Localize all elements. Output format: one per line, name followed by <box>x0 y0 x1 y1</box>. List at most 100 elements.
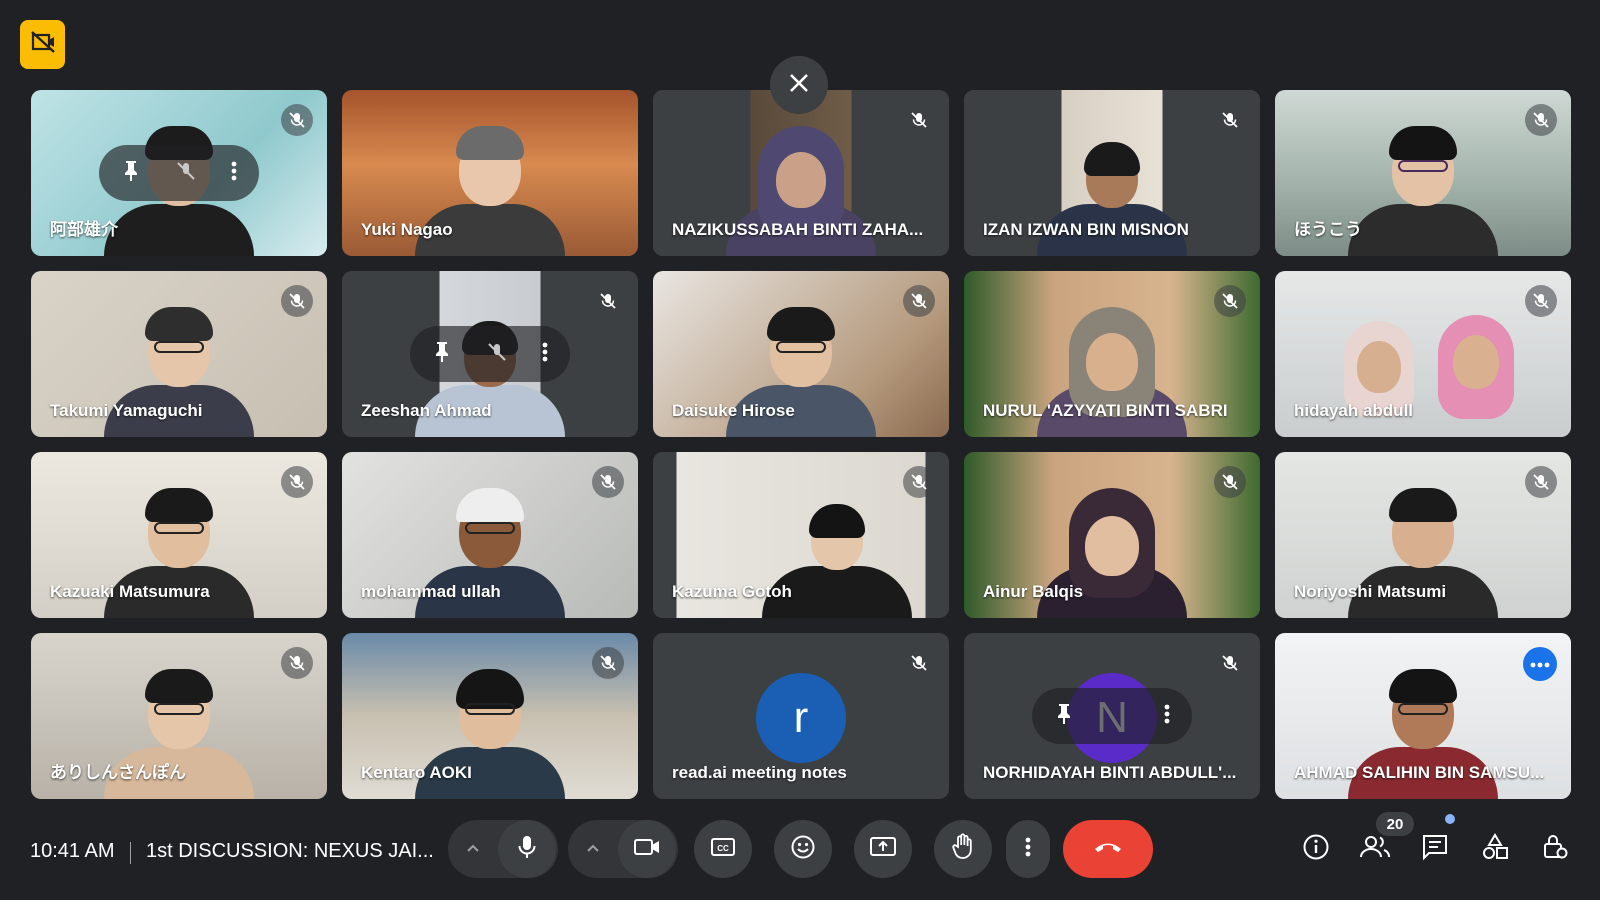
mic-off-icon <box>1214 285 1246 317</box>
participant-tile[interactable]: ほうこう <box>1275 90 1571 256</box>
participant-tile[interactable]: hidayah abdull <box>1275 271 1571 437</box>
camera-button[interactable] <box>618 820 676 878</box>
mic-off-icon <box>281 285 313 317</box>
audio-options-button[interactable] <box>456 832 490 866</box>
people-button[interactable] <box>1354 828 1396 870</box>
more-vert-icon[interactable] <box>1164 703 1170 730</box>
chat-icon <box>1421 833 1449 866</box>
mic-off-icon <box>1214 647 1246 679</box>
mic-off-icon <box>1525 104 1557 136</box>
control-bar: 10:41 AM 1st DISCUSSION: NEXUS JAI... CC… <box>0 812 1600 900</box>
mic-off-icon <box>903 285 935 317</box>
participant-tile[interactable]: NURUL 'AZYYATI BINTI SABRI <box>964 271 1260 437</box>
participant-tile[interactable]: ありしんさんぽん <box>31 633 327 799</box>
mic-off-icon <box>1525 285 1557 317</box>
participant-name: Takumi Yamaguchi <box>50 401 203 420</box>
present-screen-icon <box>869 835 897 864</box>
closed-caption-icon: CC <box>710 837 736 862</box>
participant-name: Daisuke Hirose <box>672 401 795 420</box>
raise-hand-icon <box>951 833 975 866</box>
participant-name: Kazuaki Matsumura <box>50 582 210 601</box>
participant-tile[interactable]: Kazuma Gotoh <box>653 452 949 618</box>
mic-off-icon <box>1214 466 1246 498</box>
call-end-icon <box>1092 840 1124 859</box>
avatar: r <box>756 673 846 763</box>
tile-hover-controls <box>1032 688 1192 744</box>
recording-off-indicator[interactable] <box>20 20 65 69</box>
participant-video <box>1421 307 1531 437</box>
mic-off-icon <box>281 104 313 136</box>
present-button[interactable] <box>854 820 912 878</box>
microphone-button[interactable] <box>498 820 556 878</box>
info-icon <box>1302 833 1330 866</box>
meeting-time: 10:41 AM <box>30 840 115 862</box>
chevron-up-icon <box>586 840 600 858</box>
participant-name: Yuki Nagao <box>361 220 453 239</box>
videocam-icon <box>633 837 661 862</box>
mic-off-icon[interactable] <box>486 341 508 368</box>
activities-icon <box>1481 832 1509 866</box>
pin-icon[interactable] <box>432 340 452 369</box>
mic-off-icon <box>903 647 935 679</box>
tile-hover-controls <box>410 326 570 382</box>
participant-name: ほうこう <box>1294 220 1362 239</box>
divider <box>130 842 131 864</box>
participant-tile[interactable]: NAZIKUSSABAH BINTI ZAHA... <box>653 90 949 256</box>
participant-tile[interactable]: Noriyoshi Matsumi <box>1275 452 1571 618</box>
participant-tile-self[interactable]: AHMAD SALIHIN BIN SAMSU... <box>1275 633 1571 799</box>
participant-tile[interactable]: Daisuke Hirose <box>653 271 949 437</box>
mic-off-icon[interactable] <box>175 160 197 187</box>
participant-tile[interactable]: 阿部雄介 <box>31 90 327 256</box>
participant-name: NAZIKUSSABAH BINTI ZAHA... <box>672 220 924 239</box>
more-vert-icon[interactable] <box>231 160 237 187</box>
video-options-button[interactable] <box>576 832 610 866</box>
participant-tile[interactable]: Ainur Balqis <box>964 452 1260 618</box>
mic-off-icon <box>592 466 624 498</box>
more-options-button[interactable] <box>1523 647 1557 681</box>
participant-name: ありしんさんぽん <box>50 763 186 782</box>
svg-text:CC: CC <box>717 844 729 853</box>
host-controls-button[interactable] <box>1534 828 1576 870</box>
mic-off-icon <box>281 647 313 679</box>
participant-tile[interactable]: Kentaro AOKI <box>342 633 638 799</box>
mic-off-icon <box>903 104 935 136</box>
end-call-button[interactable] <box>1063 820 1153 878</box>
captions-button[interactable]: CC <box>694 820 752 878</box>
mic-off-icon <box>281 466 313 498</box>
meeting-details-button[interactable] <box>1295 828 1337 870</box>
participant-tile[interactable]: Takumi Yamaguchi <box>31 271 327 437</box>
participant-name: hidayah abdull <box>1294 401 1414 420</box>
participant-tile[interactable]: IZAN IZWAN BIN MISNON <box>964 90 1260 256</box>
recording-off-icon <box>30 30 56 59</box>
participant-tile[interactable]: Zeeshan Ahmad <box>342 271 638 437</box>
participant-name: Zeeshan Ahmad <box>361 401 492 420</box>
activities-button[interactable] <box>1474 828 1516 870</box>
participant-name: NORHIDAYAH BINTI ABDULL'... <box>983 763 1237 782</box>
mic-off-icon <box>592 285 624 317</box>
participant-name: AHMAD SALIHIN BIN SAMSU... <box>1294 763 1545 782</box>
host-controls-icon <box>1541 833 1569 866</box>
more-vert-icon[interactable] <box>542 341 548 368</box>
mic-off-icon <box>1214 104 1246 136</box>
participant-tile[interactable]: mohammad ullah <box>342 452 638 618</box>
participant-tile[interactable]: Kazuaki Matsumura <box>31 452 327 618</box>
participant-video <box>1348 126 1498 256</box>
participant-name: 阿部雄介 <box>50 220 118 239</box>
participant-grid: 阿部雄介 Yuki Nagao NAZIKUSSABAH BINTI ZAHA.… <box>31 90 1571 800</box>
participant-tile[interactable]: r read.ai meeting notes <box>653 633 949 799</box>
meeting-title[interactable]: 1st DISCUSSION: NEXUS JAI... <box>146 840 434 863</box>
participant-name: Noriyoshi Matsumi <box>1294 582 1447 601</box>
pin-icon[interactable] <box>1054 702 1074 731</box>
close-button[interactable] <box>770 56 828 114</box>
emoji-icon <box>790 834 816 865</box>
people-icon <box>1359 834 1391 865</box>
pin-icon[interactable] <box>121 159 141 188</box>
more-options-button[interactable] <box>1006 820 1050 878</box>
mic-off-icon <box>1525 466 1557 498</box>
unread-indicator <box>1445 814 1455 824</box>
participant-tile[interactable]: N NORHIDAYAH BINTI ABDULL'... <box>964 633 1260 799</box>
raise-hand-button[interactable] <box>934 820 992 878</box>
reactions-button[interactable] <box>774 820 832 878</box>
chat-button[interactable] <box>1414 828 1456 870</box>
participant-tile[interactable]: Yuki Nagao <box>342 90 638 256</box>
